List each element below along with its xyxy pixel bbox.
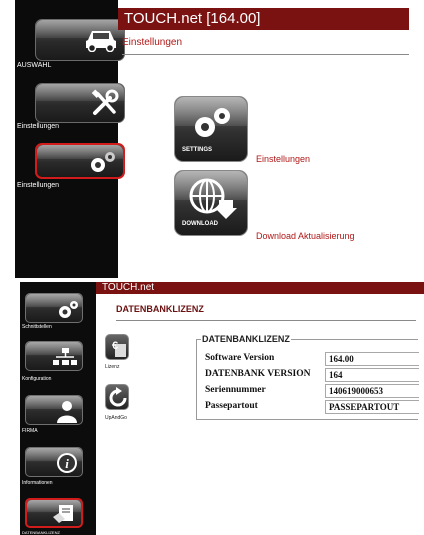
sidebar-item-auswahl[interactable] — [35, 19, 125, 61]
download-update-link[interactable]: Download Aktualisierung — [256, 231, 355, 241]
person-icon — [57, 401, 77, 423]
settings-tile-text: SETTINGS — [182, 147, 213, 153]
database-version-field[interactable]: 164 — [325, 368, 419, 382]
upandgo-button[interactable] — [105, 384, 129, 410]
divider-line — [116, 320, 416, 321]
sidebar-item-label: DATENBANKLIZENZ — [22, 530, 60, 535]
sidebar-item-label: Einstellungen — [17, 182, 60, 189]
license-fieldset: DATENBANKLIZENZ Software Version 164.00 … — [196, 334, 419, 420]
info-icon: i — [57, 453, 77, 473]
refresh-icon — [109, 387, 127, 407]
globe-download-icon — [189, 178, 237, 219]
breadcrumb: Einstellungen — [122, 37, 183, 48]
page-title: DATENBANKLIZENZ — [116, 304, 204, 314]
serial-number-field[interactable]: 140619000653 — [325, 384, 419, 398]
download-tile[interactable]: DOWNLOAD — [174, 170, 248, 236]
sidebar-item-firma[interactable] — [25, 395, 83, 425]
license-row-passepartout: Passepartout PASSEPARTOUT — [197, 400, 419, 415]
settings-tile[interactable]: SETTINGS — [174, 96, 248, 162]
license-row-software-version: Software Version 164.00 — [197, 352, 419, 367]
bottom-sidebar: Schnittstellen Konfiguration FIRMA i Inf… — [20, 282, 96, 535]
passepartout-field[interactable]: PASSEPARTOUT — [325, 400, 419, 414]
sidebar-item-label: Informationen — [22, 480, 53, 486]
sidebar-item-einstellungen-active[interactable] — [35, 143, 125, 179]
license-legend: DATENBANKLIZENZ — [202, 334, 290, 344]
euro-document-icon: € — [112, 340, 126, 357]
license-row-serial-number: Seriennummer 140619000653 — [197, 384, 419, 399]
sidebar-item-label: Einstellungen — [17, 123, 60, 130]
license-key: Seriennummer — [205, 385, 266, 395]
sidebar-item-informationen[interactable]: i — [25, 447, 83, 477]
divider-line — [122, 54, 409, 55]
network-icon — [53, 348, 77, 365]
sidebar-item-label: AUSWAHL — [17, 62, 52, 69]
einstellungen-link[interactable]: Einstellungen — [256, 154, 310, 164]
license-key: Software Version — [205, 353, 275, 363]
sidebar-item-konfiguration[interactable] — [25, 341, 83, 371]
sidebar-item-einstellungen-tools[interactable] — [35, 83, 125, 123]
software-version-field[interactable]: 164.00 — [325, 352, 419, 366]
car-icon — [86, 31, 116, 52]
top-sidebar: AUSWAHL Einstellungen Einstellungen — [15, 0, 125, 278]
lizenz-button[interactable]: € — [105, 334, 129, 360]
screenshot-root: AUSWAHL Einstellungen Einstellungen TOUC… — [0, 0, 424, 535]
sidebar-item-datenbanklizenz-active[interactable] — [25, 498, 83, 528]
settings-screen: AUSWAHL Einstellungen Einstellungen TOUC… — [0, 0, 424, 278]
tools-icon — [91, 89, 119, 115]
svg-text:i: i — [65, 456, 69, 471]
license-key: Passepartout — [205, 401, 258, 411]
window-title: TOUCH.net — [96, 282, 424, 294]
svg-text:€: € — [112, 340, 118, 352]
sidebar-item-label: FIRMA — [22, 428, 38, 434]
sidebar-item-label: Konfiguration — [22, 376, 52, 382]
right-edge — [409, 0, 424, 278]
sidebar-item-schnittstellen[interactable] — [25, 293, 83, 323]
gears-icon — [91, 152, 115, 172]
window-title: TOUCH.net [164.00] — [118, 8, 409, 30]
download-tile-text: DOWNLOAD — [182, 221, 218, 227]
sidebar-item-label: Schnittstellen — [22, 324, 52, 330]
gears-icon — [195, 108, 230, 137]
gears-icon — [59, 301, 78, 318]
license-screen: Schnittstellen Konfiguration FIRMA i Inf… — [0, 282, 424, 535]
license-icon — [53, 505, 73, 523]
license-key: DATENBANK VERSION — [205, 369, 311, 379]
upandgo-label: UpAndGo — [105, 415, 127, 421]
lizenz-label: Lizenz — [105, 364, 120, 370]
license-row-database-version: DATENBANK VERSION 164 — [197, 368, 419, 383]
